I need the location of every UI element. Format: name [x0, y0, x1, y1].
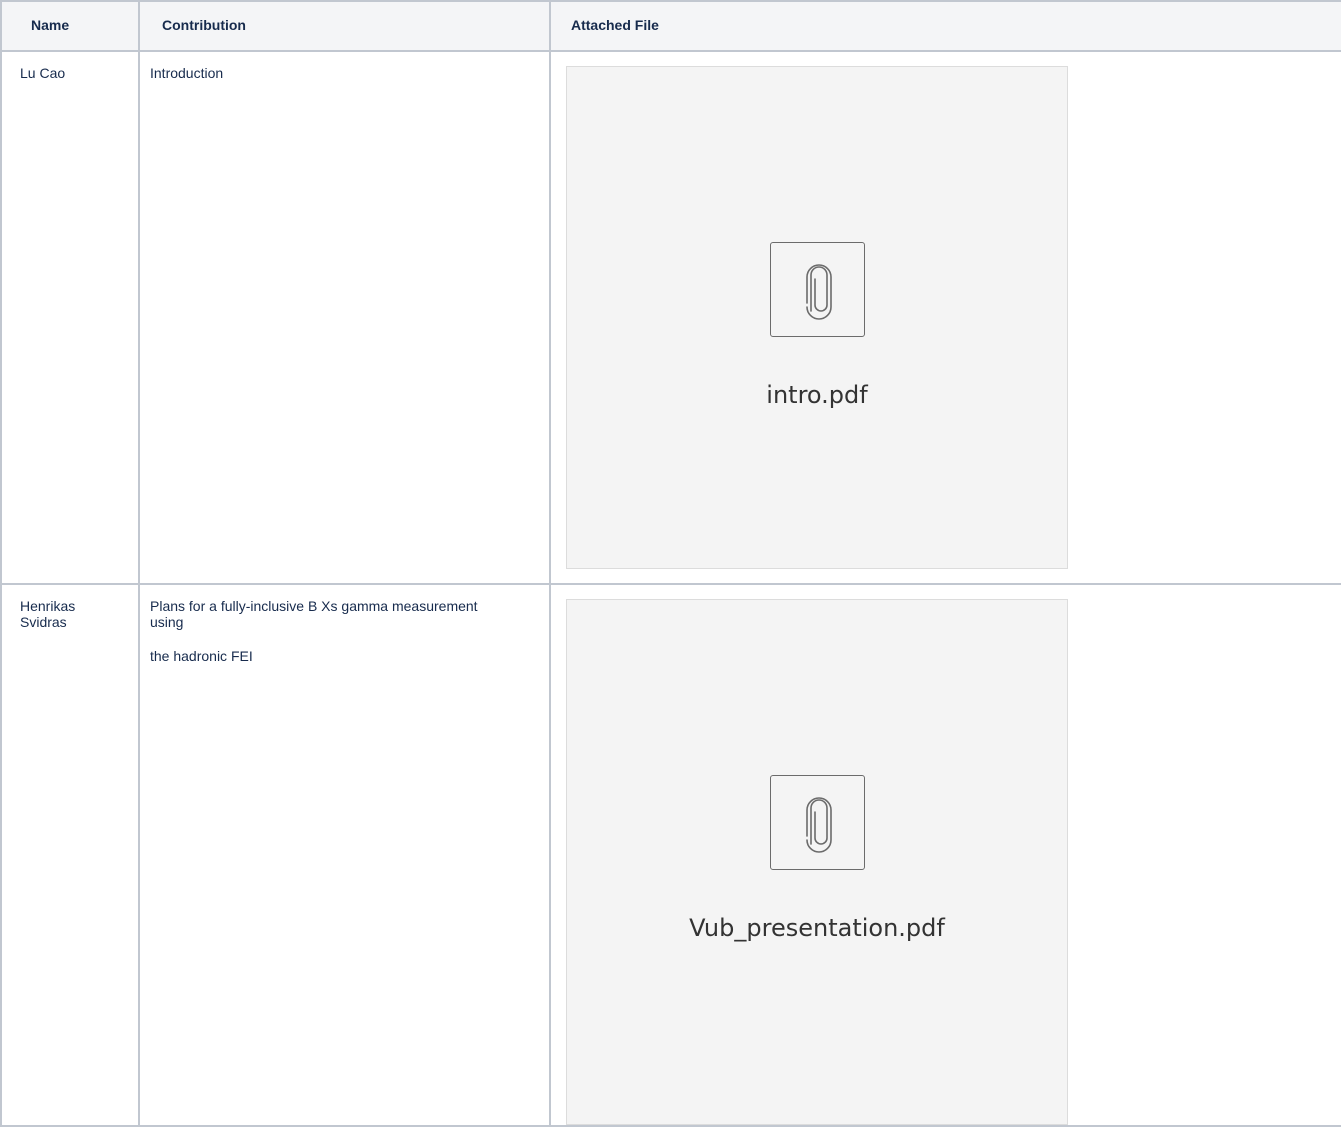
contributions-table: Name Contribution Attached File Lu Cao I…	[0, 0, 1341, 1127]
column-header-attached-file[interactable]: Attached File	[549, 0, 1341, 52]
contribution-text: Plans for a fully-inclusive B Xs gamma m…	[150, 598, 478, 630]
column-header-name[interactable]: Name	[0, 0, 140, 52]
attached-file-cell: Vub_presentation.pdf	[549, 583, 1341, 1127]
file-name: intro.pdf	[766, 381, 868, 409]
contribution-text-continued: the hadronic FEI	[150, 648, 253, 664]
contribution-text: Introduction	[150, 65, 224, 81]
name-cell: Lu Cao	[0, 50, 140, 585]
name-cell: Henrikas Svidras	[0, 583, 140, 1127]
table-header-row: Name Contribution Attached File	[0, 0, 1341, 52]
file-preview-intro[interactable]: intro.pdf	[566, 66, 1068, 569]
name-text-last: Svidras	[20, 614, 67, 630]
name-text: Lu Cao	[20, 65, 66, 81]
contribution-cell: Introduction	[138, 50, 551, 585]
table-row: Lu Cao Introduction intro.pdf	[0, 50, 1341, 585]
paperclip-icon	[770, 775, 865, 870]
name-text-first: Henrikas	[20, 598, 76, 614]
attached-file-cell: intro.pdf	[549, 50, 1341, 585]
file-preview-vub-presentation[interactable]: Vub_presentation.pdf	[566, 599, 1068, 1125]
column-header-contribution[interactable]: Contribution	[138, 0, 551, 52]
file-name: Vub_presentation.pdf	[689, 914, 945, 942]
paperclip-icon	[770, 242, 865, 337]
contribution-cell: Plans for a fully-inclusive B Xs gamma m…	[138, 583, 551, 1127]
table-row: Henrikas Svidras Plans for a fully-inclu…	[0, 583, 1341, 1127]
